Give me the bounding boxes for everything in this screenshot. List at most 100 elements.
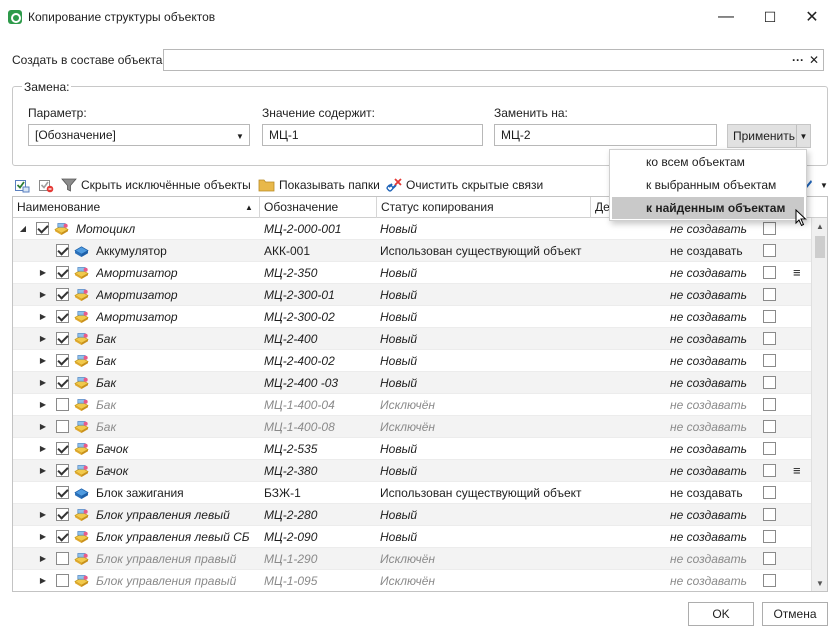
column-header-name[interactable]: Наименование ▲ xyxy=(13,197,260,218)
expand-icon[interactable]: ▶ xyxy=(38,460,48,482)
cell-action[interactable]: не создавать xyxy=(670,262,760,284)
row-checkbox[interactable] xyxy=(56,574,69,587)
cancel-button[interactable]: Отмена xyxy=(762,602,828,626)
table-row[interactable]: Аккумулятор АКК-001 Использован существующ… xyxy=(13,240,811,262)
table-row[interactable]: ▶ Амортизатор МЦ-2-300-01 Новый не создавать xyxy=(13,284,811,306)
menu-item-selected[interactable]: к выбранным объектам xyxy=(612,174,804,196)
table-row[interactable]: ▶ Амортизатор МЦ-2-300-02 Новый не создавать xyxy=(13,306,811,328)
row-option-checkbox[interactable] xyxy=(763,398,776,411)
row-option-checkbox[interactable] xyxy=(763,376,776,389)
expand-icon[interactable]: ▶ xyxy=(38,394,48,416)
column-header-designation[interactable]: Обозначение xyxy=(260,197,377,218)
cell-action[interactable]: не создавать xyxy=(670,438,760,460)
expand-icon[interactable]: ▶ xyxy=(38,504,48,526)
clear-icon[interactable]: ✕ xyxy=(809,50,821,70)
apply-split-button[interactable]: Применить ▼ xyxy=(727,124,811,148)
row-option-checkbox[interactable] xyxy=(763,464,776,477)
cell-action[interactable]: не создавать xyxy=(670,482,760,504)
row-checkbox[interactable] xyxy=(56,288,69,301)
expand-icon[interactable]: ▶ xyxy=(38,306,48,328)
apply-dropdown-icon[interactable]: ▼ xyxy=(796,125,810,147)
cell-action[interactable]: не создавать xyxy=(670,504,760,526)
maximize-button[interactable]: ☐ xyxy=(750,4,790,30)
row-option-checkbox[interactable] xyxy=(763,530,776,543)
scrollbar-thumb[interactable] xyxy=(815,236,825,258)
vertical-scrollbar[interactable]: ▲ ▼ xyxy=(811,218,827,591)
expand-icon[interactable]: ▶ xyxy=(38,328,48,350)
row-option-checkbox[interactable] xyxy=(763,486,776,499)
row-checkbox[interactable] xyxy=(56,332,69,345)
cell-action[interactable]: не создавать xyxy=(670,570,760,591)
row-option-checkbox[interactable] xyxy=(763,222,776,235)
cell-action[interactable]: не создавать xyxy=(670,394,760,416)
table-row[interactable]: ◢ Мотоцикл МЦ-2-000-001 Новый не создавать xyxy=(13,218,811,240)
minimize-button[interactable]: — xyxy=(706,4,746,30)
cell-action[interactable]: не создавать xyxy=(670,460,760,482)
cell-action[interactable]: не создавать xyxy=(670,372,760,394)
row-option-checkbox[interactable] xyxy=(763,288,776,301)
expand-icon[interactable]: ▶ xyxy=(38,262,48,284)
toolbar-settings-button[interactable]: ▼ xyxy=(804,176,828,194)
row-checkbox[interactable] xyxy=(56,310,69,323)
expand-icon[interactable]: ▶ xyxy=(38,350,48,372)
row-checkbox[interactable] xyxy=(36,222,49,235)
row-option-checkbox[interactable] xyxy=(763,552,776,565)
row-option-checkbox[interactable] xyxy=(763,310,776,323)
row-option-checkbox[interactable] xyxy=(763,266,776,279)
table-row[interactable]: ▶ Бак МЦ-2-400 -03 Новый не создавать xyxy=(13,372,811,394)
row-checkbox[interactable] xyxy=(56,442,69,455)
row-checkbox[interactable] xyxy=(56,420,69,433)
show-folders-button[interactable]: Показывать папки xyxy=(258,176,380,194)
expand-icon[interactable]: ▶ xyxy=(38,438,48,460)
row-checkbox[interactable] xyxy=(56,244,69,257)
menu-item-all[interactable]: ко всем объектам xyxy=(612,151,804,173)
table-row[interactable]: ▶ Блок управления левый МЦ-2-280 Новый не со… xyxy=(13,504,811,526)
row-menu-icon[interactable]: ≡ xyxy=(793,262,807,284)
row-option-checkbox[interactable] xyxy=(763,420,776,433)
table-row[interactable]: ▶ Бак МЦ-1-400-08 Исключён не создавать xyxy=(13,416,811,438)
cell-action[interactable]: не создавать xyxy=(670,526,760,548)
scroll-up-icon[interactable]: ▲ xyxy=(812,218,827,234)
expand-icon[interactable]: ▶ xyxy=(38,416,48,438)
chevron-down-icon[interactable]: ▼ xyxy=(231,125,249,147)
row-option-checkbox[interactable] xyxy=(763,574,776,587)
column-header-status[interactable]: Статус копирования xyxy=(377,197,591,218)
param-select[interactable]: [Обозначение] ▼ xyxy=(28,124,250,146)
expand-icon[interactable]: ▶ xyxy=(38,570,48,591)
cell-action[interactable]: не создавать xyxy=(670,350,760,372)
row-checkbox[interactable] xyxy=(56,266,69,279)
row-option-checkbox[interactable] xyxy=(763,354,776,367)
uncheck-all-button[interactable] xyxy=(38,176,54,194)
row-option-checkbox[interactable] xyxy=(763,508,776,521)
table-row[interactable]: ▶ Блок управления правый МЦ-1-290 Исключён н… xyxy=(13,548,811,570)
table-row[interactable]: ▶ Бак МЦ-2-400-02 Новый не создавать xyxy=(13,350,811,372)
create-in-field[interactable] xyxy=(163,49,824,71)
cell-action[interactable]: не создавать xyxy=(670,548,760,570)
replace-with-input[interactable]: МЦ-2 xyxy=(494,124,717,146)
expand-icon[interactable]: ▶ xyxy=(38,372,48,394)
expand-icon[interactable]: ▶ xyxy=(38,526,48,548)
scroll-down-icon[interactable]: ▼ xyxy=(812,575,827,591)
table-row[interactable]: ▶ Бачок МЦ-2-380 Новый не создавать ≡ xyxy=(13,460,811,482)
table-row[interactable]: ▶ Блок управления левый СБ МЦ-2-090 Новый не… xyxy=(13,526,811,548)
table-row[interactable]: ▶ Амортизатор МЦ-2-350 Новый не создавать ≡ xyxy=(13,262,811,284)
row-checkbox[interactable] xyxy=(56,508,69,521)
cell-action[interactable]: не создавать xyxy=(670,218,760,240)
table-row[interactable]: Блок зажигания БЗЖ-1 Использован существую… xyxy=(13,482,811,504)
more-icon[interactable]: ··· xyxy=(792,50,806,70)
row-option-checkbox[interactable] xyxy=(763,442,776,455)
clear-hidden-links-button[interactable]: Очистить скрытые связи xyxy=(386,176,543,194)
ok-button[interactable]: OK xyxy=(688,602,754,626)
cell-action[interactable]: не создавать xyxy=(670,416,760,438)
table-row[interactable]: ▶ Бак МЦ-2-400 Новый не создавать xyxy=(13,328,811,350)
check-all-button[interactable] xyxy=(14,176,30,194)
close-button[interactable]: ✕ xyxy=(792,4,832,30)
cell-action[interactable]: не создавать xyxy=(670,306,760,328)
table-row[interactable]: ▶ Бак МЦ-1-400-04 Исключён не создавать xyxy=(13,394,811,416)
apply-button-label[interactable]: Применить xyxy=(728,129,796,143)
expand-icon[interactable]: ▶ xyxy=(38,284,48,306)
row-option-checkbox[interactable] xyxy=(763,332,776,345)
cell-action[interactable]: не создавать xyxy=(670,240,760,262)
table-row[interactable]: ▶ Бачок МЦ-2-535 Новый не создавать xyxy=(13,438,811,460)
table-row[interactable]: ▶ Блок управления правый МЦ-1-095 Исключён н… xyxy=(13,570,811,591)
